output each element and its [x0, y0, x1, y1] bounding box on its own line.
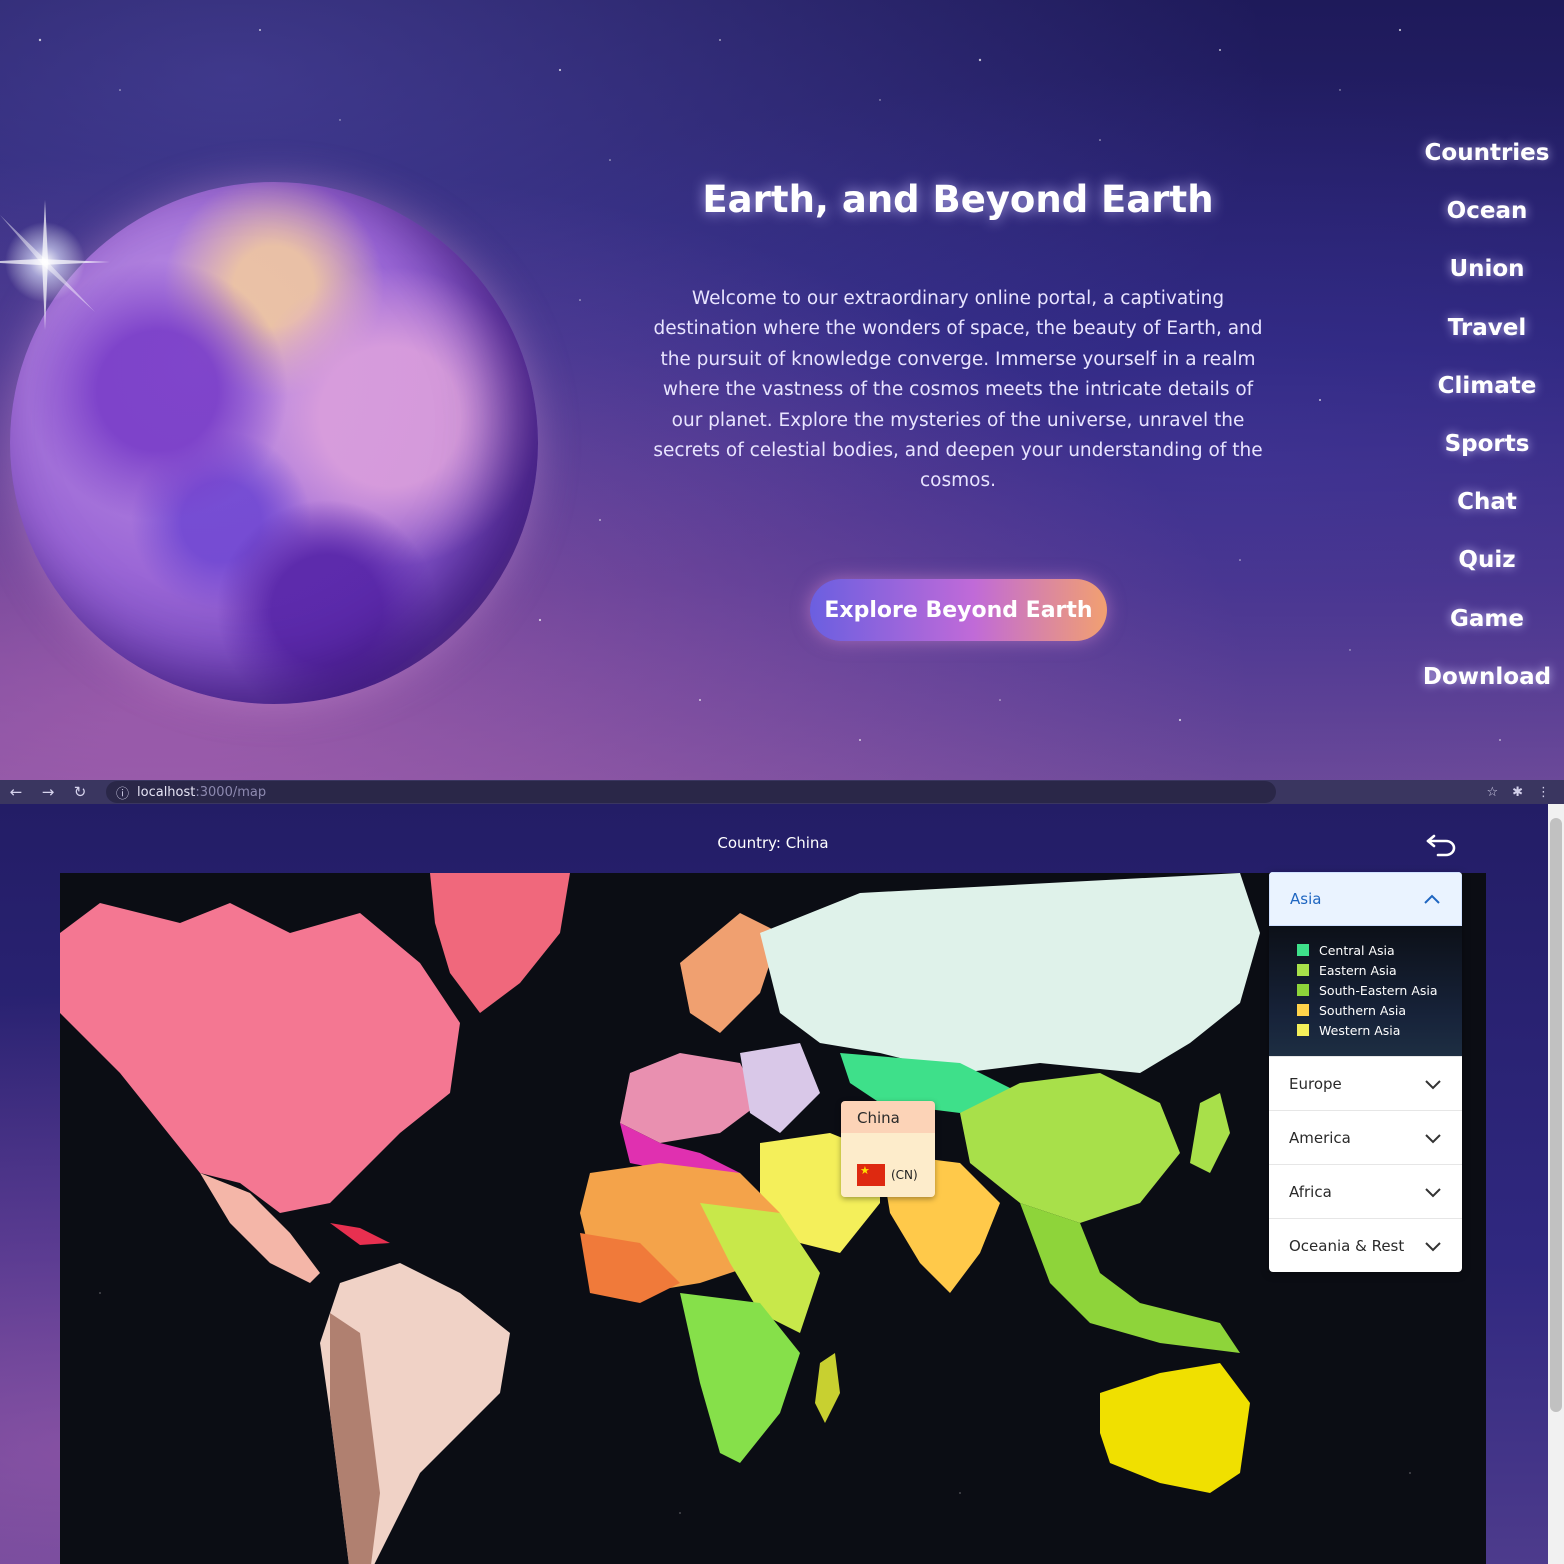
extensions-icon[interactable]: ✱ — [1512, 785, 1523, 800]
url-path: :3000/map — [195, 784, 267, 800]
accordion-europe[interactable]: Europe — [1269, 1056, 1462, 1110]
legend-swatch — [1297, 984, 1309, 996]
asia-legend: Central Asia Eastern Asia South-Eastern … — [1269, 926, 1462, 1056]
chevron-down-icon — [1425, 1241, 1441, 1251]
accordion-oceania-rest-label: Oceania & Rest — [1289, 1236, 1405, 1255]
region-australia[interactable] — [1100, 1363, 1250, 1493]
explore-beyond-earth-button[interactable]: Explore Beyond Earth — [810, 579, 1107, 641]
legend-item-eastern-asia: Eastern Asia — [1297, 960, 1462, 980]
tooltip-country-code: (CN) — [891, 1168, 918, 1182]
region-greenland[interactable] — [430, 873, 570, 1013]
legend-item-western-asia: Western Asia — [1297, 1020, 1462, 1040]
back-arrow-icon[interactable]: ← — [0, 783, 32, 801]
legend-swatch — [1297, 964, 1309, 976]
accordion-africa-label: Africa — [1289, 1182, 1332, 1201]
side-navigation: Countries Ocean Union Travel Climate Spo… — [1412, 124, 1562, 706]
nav-item-quiz[interactable]: Quiz — [1412, 531, 1562, 589]
legend-label: South-Eastern Asia — [1319, 982, 1438, 998]
nav-item-game[interactable]: Game — [1412, 590, 1562, 648]
region-caribbean[interactable] — [330, 1223, 390, 1245]
hero-title: Earth, and Beyond Earth — [702, 178, 1214, 221]
accordion-asia-label: Asia — [1290, 890, 1322, 908]
page-scrollbar[interactable] — [1548, 804, 1564, 1564]
chevron-down-icon — [1425, 1079, 1441, 1089]
legend-label: Central Asia — [1319, 942, 1395, 958]
nav-item-travel[interactable]: Travel — [1412, 299, 1562, 357]
chevron-down-icon — [1425, 1187, 1441, 1197]
nav-item-climate[interactable]: Climate — [1412, 357, 1562, 415]
reload-icon[interactable]: ↻ — [64, 783, 96, 801]
legend-label: Western Asia — [1319, 1022, 1401, 1038]
china-flag-icon — [857, 1164, 885, 1186]
legend-label: Southern Asia — [1319, 1002, 1407, 1018]
accordion-asia[interactable]: Asia — [1269, 872, 1462, 926]
accordion-oceania-rest[interactable]: Oceania & Rest — [1269, 1218, 1462, 1272]
nav-item-download[interactable]: Download — [1412, 648, 1562, 706]
scrollbar-thumb[interactable] — [1550, 818, 1562, 1412]
nav-item-union[interactable]: Union — [1412, 240, 1562, 298]
browser-toolbar: ← → ↻ ⓘ localhost:3000/map ☆ ✱ ⋮ — [0, 780, 1564, 804]
menu-dots-icon[interactable]: ⋮ — [1537, 785, 1550, 800]
tooltip-country-name: China — [841, 1101, 935, 1133]
accordion-america[interactable]: America — [1269, 1110, 1462, 1164]
region-madagascar[interactable] — [815, 1353, 840, 1423]
country-tooltip: China (CN) — [841, 1101, 935, 1197]
bookmark-star-icon[interactable]: ☆ — [1486, 785, 1498, 800]
nav-item-sports[interactable]: Sports — [1412, 415, 1562, 473]
legend-swatch — [1297, 1004, 1309, 1016]
forward-arrow-icon[interactable]: → — [32, 783, 64, 801]
legend-item-south-eastern-asia: South-Eastern Asia — [1297, 980, 1462, 1000]
hero-section: Earth, and Beyond Earth Welcome to our e… — [0, 0, 1564, 780]
region-north-america[interactable] — [60, 903, 460, 1213]
legend-swatch — [1297, 1024, 1309, 1036]
region-south-eastern-asia[interactable] — [1020, 1203, 1240, 1353]
hero-description: Welcome to our extraordinary online port… — [653, 288, 1263, 492]
accordion-america-label: America — [1289, 1128, 1351, 1147]
star-flare-icon — [0, 200, 110, 330]
undo-back-icon[interactable] — [1424, 828, 1460, 858]
address-bar[interactable]: ⓘ localhost:3000/map — [106, 781, 1276, 803]
legend-item-southern-asia: Southern Asia — [1297, 1000, 1462, 1020]
legend-swatch — [1297, 944, 1309, 956]
region-russia[interactable] — [760, 873, 1260, 1073]
selected-country-label: Country: China — [717, 834, 829, 852]
url-host: localhost — [137, 784, 196, 800]
legend-label: Eastern Asia — [1319, 962, 1397, 978]
accordion-europe-label: Europe — [1289, 1074, 1342, 1093]
region-accordion: Asia Central Asia Eastern Asia South-Eas… — [1269, 872, 1462, 1272]
nav-item-countries[interactable]: Countries — [1412, 124, 1562, 182]
chevron-down-icon — [1425, 1133, 1441, 1143]
region-japan[interactable] — [1190, 1093, 1230, 1173]
tooltip-body: (CN) — [841, 1133, 935, 1197]
region-eastern-europe[interactable] — [740, 1043, 820, 1133]
info-icon[interactable]: ⓘ — [116, 783, 129, 802]
nav-item-chat[interactable]: Chat — [1412, 473, 1562, 531]
legend-item-central-asia: Central Asia — [1297, 940, 1462, 960]
chevron-up-icon — [1424, 894, 1440, 904]
nav-item-ocean[interactable]: Ocean — [1412, 182, 1562, 240]
region-western-europe[interactable] — [620, 1053, 760, 1143]
accordion-africa[interactable]: Africa — [1269, 1164, 1462, 1218]
